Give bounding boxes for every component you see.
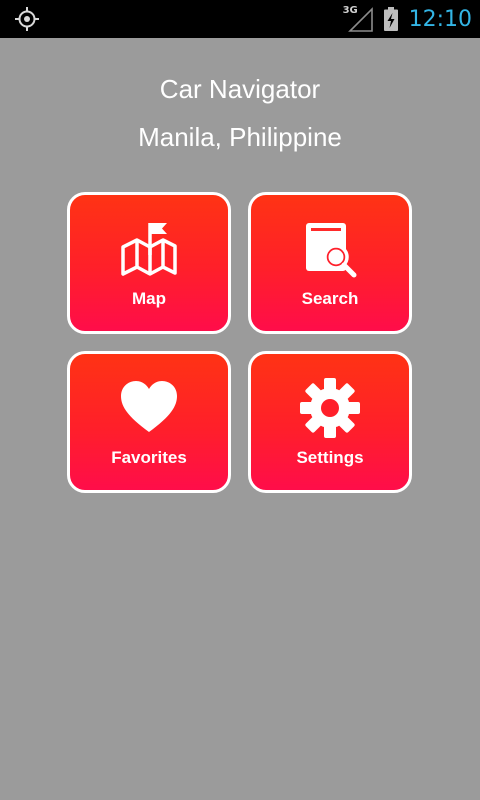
- status-clock: 12:10: [408, 6, 472, 32]
- signal-icon: 3G: [343, 5, 373, 32]
- favorites-label: Favorites: [111, 448, 187, 467]
- gps-icon: [14, 6, 40, 32]
- map-icon: [117, 217, 181, 281]
- location-subtitle: Manila, Philippine: [138, 122, 342, 152]
- map-label: Map: [132, 289, 166, 308]
- map-button[interactable]: Map: [67, 192, 231, 334]
- heart-icon: [117, 376, 181, 440]
- settings-button[interactable]: Settings: [248, 351, 412, 493]
- gear-icon: [298, 376, 362, 440]
- search-icon: [298, 217, 362, 281]
- battery-charging-icon: [383, 6, 399, 32]
- status-icons: 3G 12:10: [343, 0, 472, 38]
- search-label: Search: [301, 289, 359, 308]
- menu-grid: Map Search Favorites Settings: [67, 192, 412, 493]
- app-title: Car Navigator: [159, 74, 321, 104]
- header: Car Navigator Manila, Philippine: [0, 68, 480, 158]
- favorites-button[interactable]: Favorites: [67, 351, 231, 493]
- settings-label: Settings: [296, 448, 364, 467]
- search-button[interactable]: Search: [248, 192, 412, 334]
- status-bar: 3G 12:10: [0, 0, 480, 38]
